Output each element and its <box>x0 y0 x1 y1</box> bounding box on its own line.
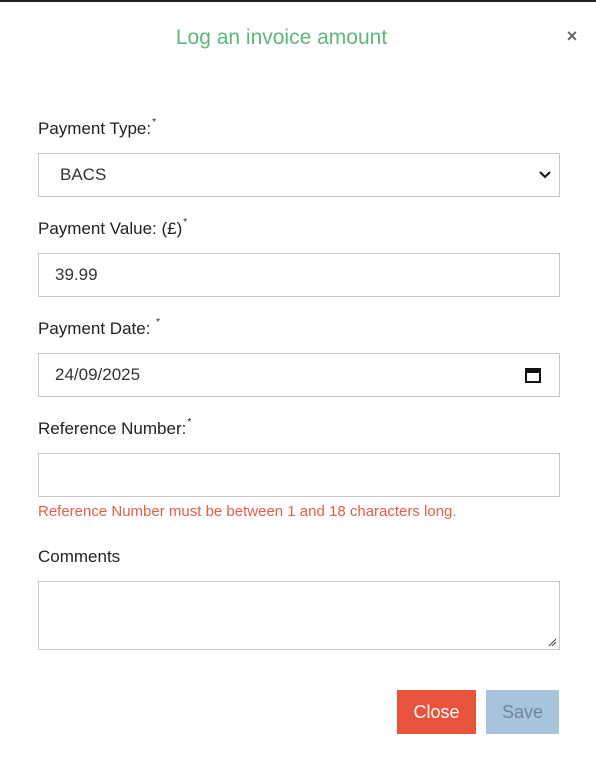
payment-type-value: BACS <box>60 165 107 184</box>
reference-number-label-text: Reference Number: <box>38 419 187 438</box>
payment-value-label-text: Payment Value: (£) <box>38 219 183 238</box>
payment-type-select[interactable]: BACS <box>38 153 560 197</box>
payment-date-label-text: Payment Date: <box>38 319 156 338</box>
calendar-icon[interactable] <box>524 366 542 384</box>
payment-type-label: Payment Type:* <box>38 117 156 139</box>
invoice-modal: Log an invoice amount × Payment Type:* B… <box>0 0 596 765</box>
required-marker: * <box>187 417 192 429</box>
save-button[interactable]: Save <box>486 690 559 734</box>
payment-value-input[interactable]: 39.99 <box>38 253 560 297</box>
comments-label: Comments <box>38 547 121 566</box>
payment-date-input[interactable]: 24/09/2025 <box>38 353 560 397</box>
payment-value-text: 39.99 <box>55 265 98 284</box>
resize-handle-icon[interactable] <box>547 637 557 647</box>
chevron-down-icon <box>539 171 551 179</box>
payment-value-label: Payment Value: (£)* <box>38 217 188 239</box>
required-marker: * <box>152 117 156 129</box>
payment-type-label-text: Payment Type: <box>38 119 152 138</box>
close-button[interactable]: Close <box>397 690 476 734</box>
payment-date-label: Payment Date: * <box>38 317 161 339</box>
comments-textarea[interactable] <box>38 581 560 650</box>
dialog-title: Log an invoice amount <box>175 26 388 49</box>
close-icon[interactable]: × <box>563 26 581 46</box>
required-marker: * <box>183 217 188 229</box>
reference-number-label: Reference Number:* <box>38 417 192 439</box>
payment-date-text: 24/09/2025 <box>55 365 141 384</box>
reference-number-error: Reference Number must be between 1 and 1… <box>38 503 457 520</box>
reference-number-input[interactable] <box>38 453 560 497</box>
required-marker: * <box>156 317 161 329</box>
